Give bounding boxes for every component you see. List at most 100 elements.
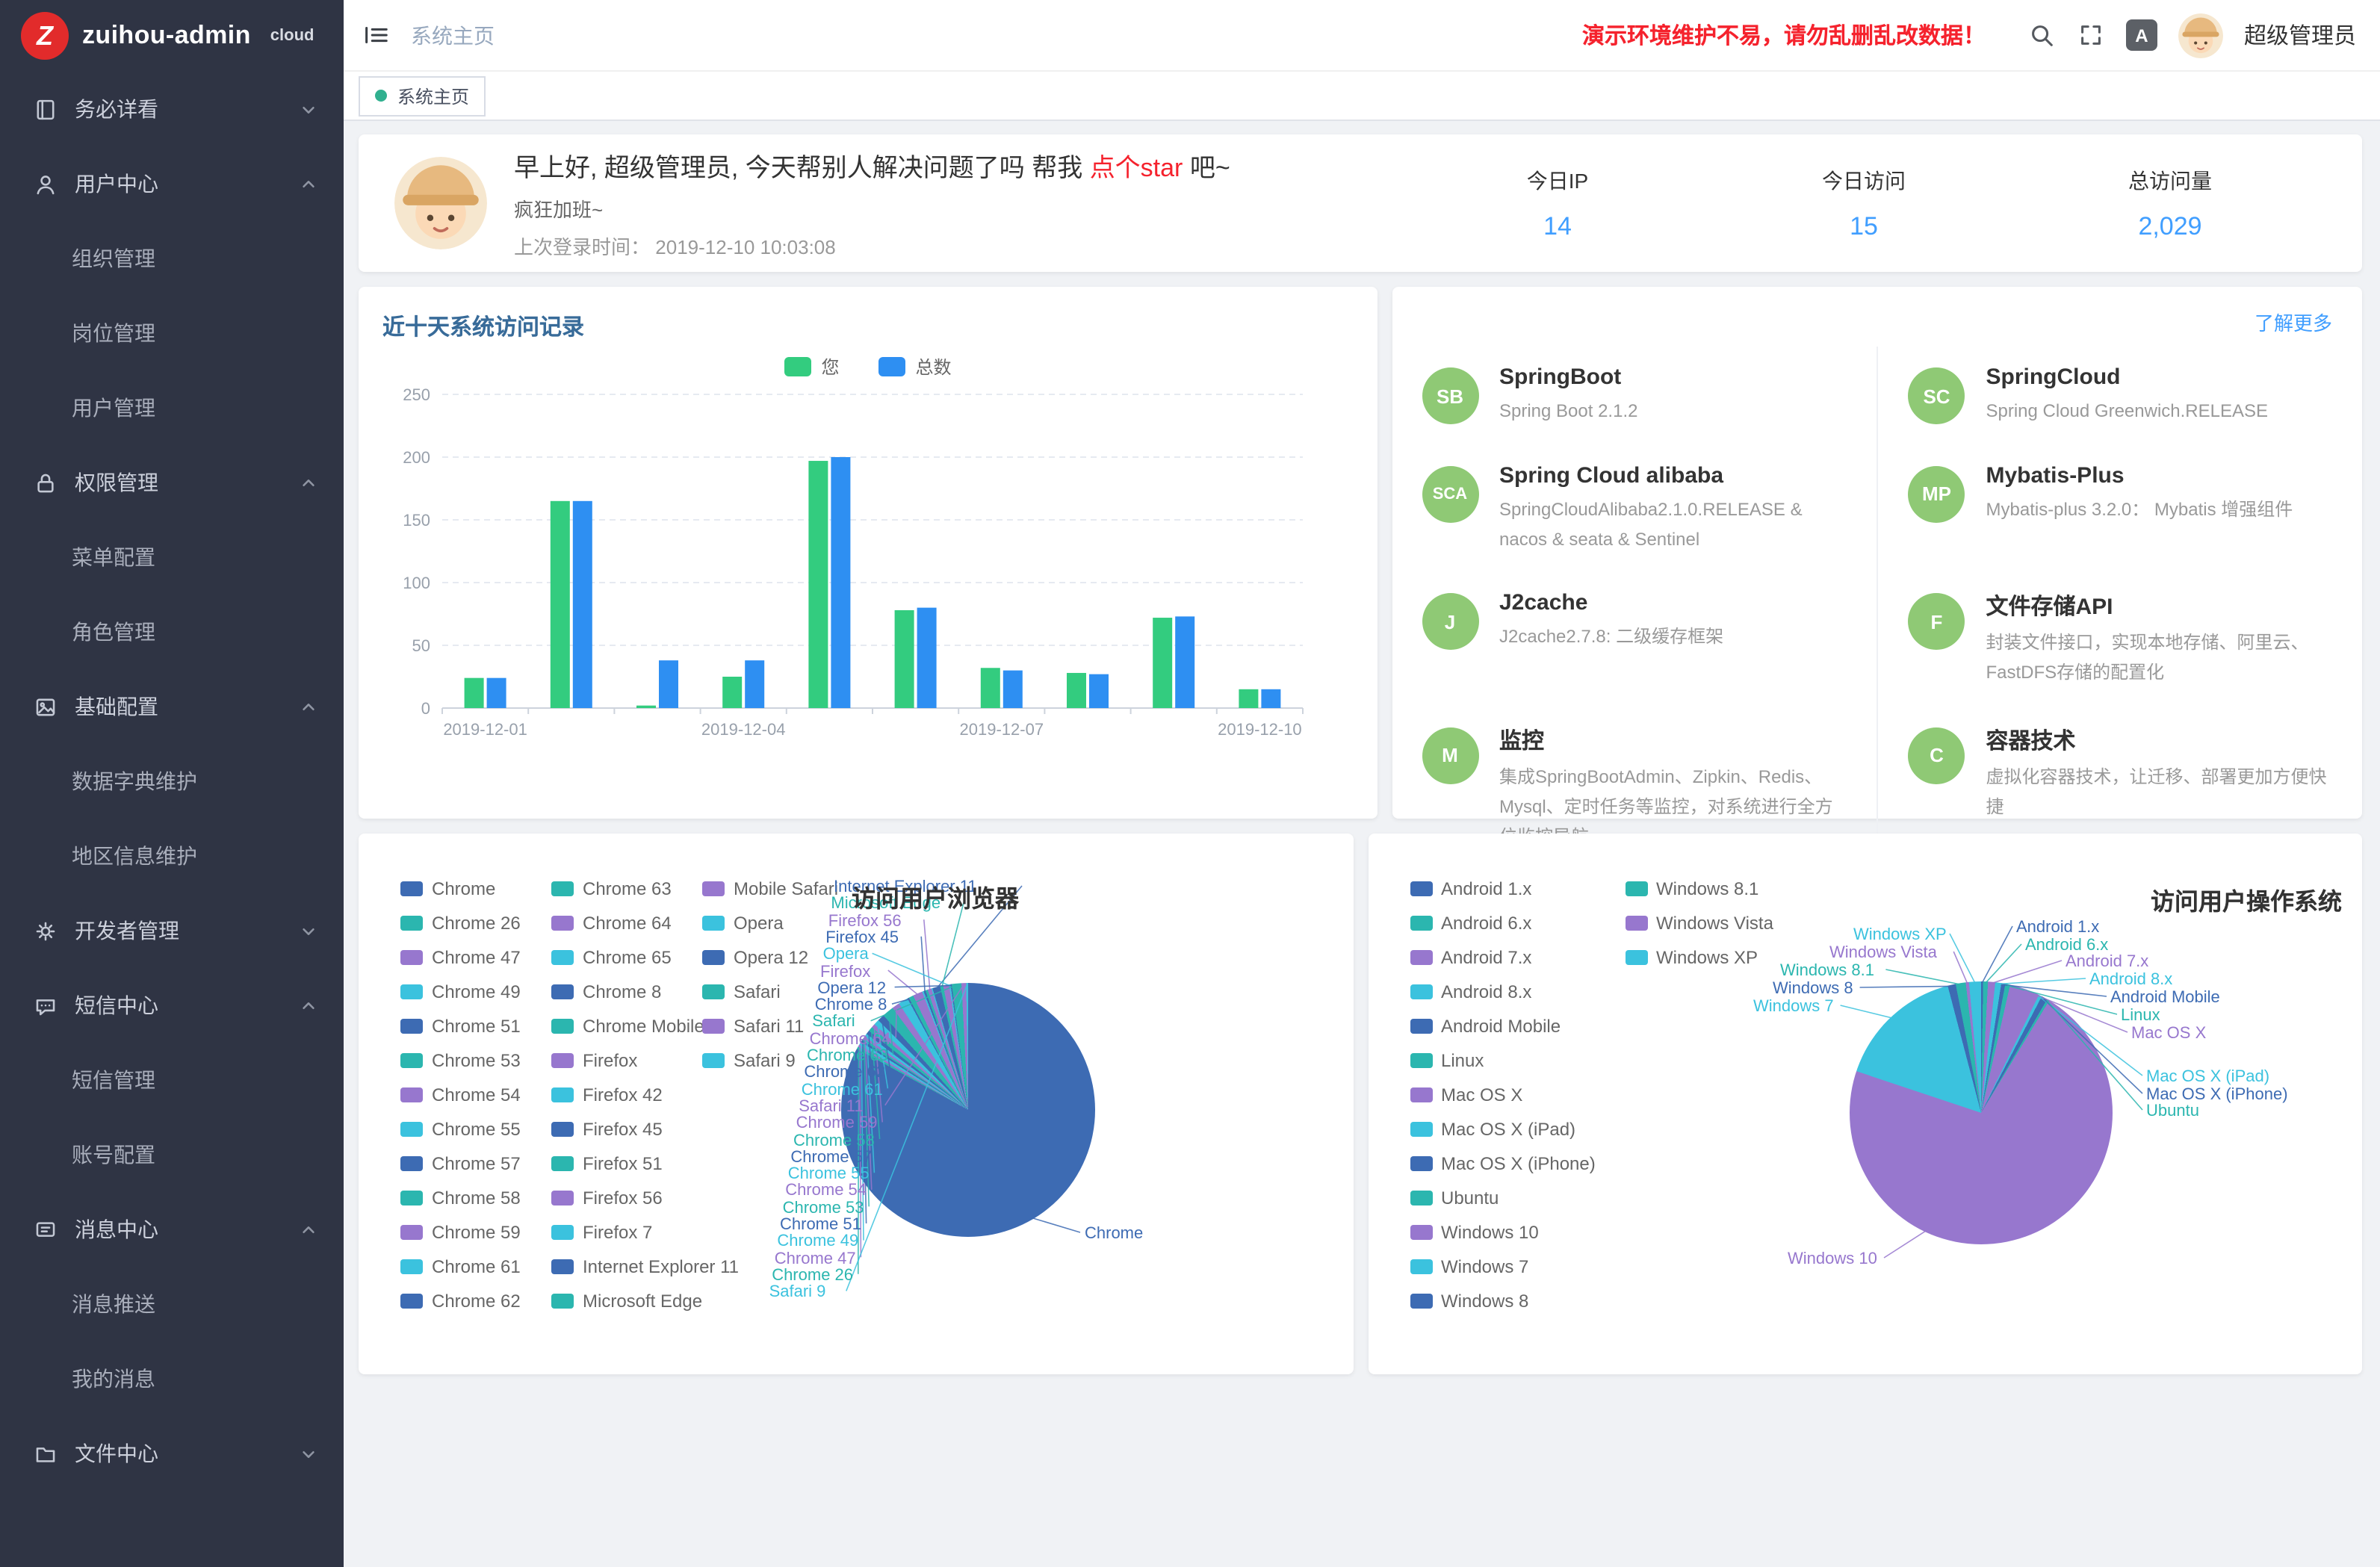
legend-item[interactable]: Chrome 65 (551, 947, 702, 968)
legend-item[interactable]: Chrome 47 (400, 947, 551, 968)
legend-swatch (551, 1225, 574, 1240)
star-link[interactable]: 点个star (1090, 154, 1183, 182)
sidebar-item[interactable]: 权限管理 (0, 445, 344, 520)
collapse-sidebar-icon[interactable] (362, 21, 390, 49)
legend-item[interactable]: Android 7.x (1410, 947, 1625, 968)
legend-item[interactable]: Chrome 59 (400, 1222, 551, 1243)
legend-item[interactable]: Chrome 8 (551, 981, 702, 1002)
legend-item[interactable]: Chrome (400, 878, 551, 899)
tab-home[interactable]: 系统主页 (359, 75, 486, 116)
legend-item[interactable]: Mac OS X (iPhone) (1410, 1153, 1625, 1174)
legend-item[interactable]: 总数 (878, 354, 952, 379)
learn-more-link[interactable]: 了解更多 (2255, 308, 2332, 336)
pie-chart (841, 983, 1095, 1237)
legend-item[interactable]: Firefox 56 (551, 1188, 702, 1208)
legend-item[interactable]: Windows 8 (1410, 1291, 1625, 1312)
sidebar-subitem[interactable]: 短信管理 (0, 1043, 344, 1117)
bar (808, 461, 828, 708)
svg-text:0: 0 (421, 699, 430, 718)
sidebar-subitem-label: 短信管理 (72, 1065, 155, 1095)
pie-slice-label: Chrome 26 (772, 1267, 853, 1285)
sidebar-subitem[interactable]: 岗位管理 (0, 296, 344, 370)
sidebar-subitem[interactable]: 消息推送 (0, 1267, 344, 1341)
sidebar-item[interactable]: 用户中心 (0, 146, 344, 221)
chart-title: 近十天系统访问记录 (382, 311, 1353, 342)
legend-label: Android 1.x (1441, 878, 1531, 899)
framework-badge: M (1422, 727, 1478, 784)
legend-swatch (551, 1156, 574, 1171)
legend-swatch (1410, 1122, 1432, 1137)
legend-label: Chrome 62 (432, 1291, 521, 1312)
current-user-name[interactable]: 超级管理员 (2244, 19, 2356, 51)
legend-item[interactable]: Chrome 53 (400, 1050, 551, 1071)
legend-item[interactable]: Windows 8.1 (1625, 878, 1840, 899)
legend-item[interactable]: Chrome 26 (400, 913, 551, 934)
legend-item[interactable]: 您 (784, 354, 839, 379)
sidebar-subitem[interactable]: 角色管理 (0, 595, 344, 669)
sidebar-subitem[interactable]: 账号配置 (0, 1117, 344, 1192)
legend-swatch (400, 1053, 423, 1068)
legend-item[interactable]: Firefox 51 (551, 1153, 702, 1174)
legend-label: Ubuntu (1441, 1188, 1499, 1208)
legend-item[interactable]: Windows 10 (1410, 1222, 1625, 1243)
legend-item[interactable]: Chrome 63 (551, 878, 702, 899)
legend-item[interactable]: Android 1.x (1410, 878, 1625, 899)
stat-total-visits: 总访问量 2,029 (2017, 165, 2323, 241)
avatar[interactable] (2178, 13, 2223, 58)
legend-item[interactable]: Mac OS X (iPad) (1410, 1119, 1625, 1140)
sidebar-item[interactable]: 务必详看 (0, 72, 344, 146)
search-icon[interactable] (2027, 21, 2056, 49)
sidebar-item[interactable]: 基础配置 (0, 669, 344, 744)
legend-item[interactable]: Android 8.x (1410, 981, 1625, 1002)
legend-item[interactable]: Microsoft Edge (551, 1291, 702, 1312)
legend-item[interactable]: Firefox 42 (551, 1085, 702, 1105)
legend-item[interactable]: Chrome 64 (551, 913, 702, 934)
legend-item[interactable]: Chrome 61 (400, 1256, 551, 1277)
legend-label: Firefox 45 (583, 1119, 663, 1140)
sidebar-subitem[interactable]: 用户管理 (0, 370, 344, 445)
breadcrumb[interactable]: 系统主页 (411, 20, 495, 50)
sidebar-item[interactable]: 消息中心 (0, 1192, 344, 1267)
sidebar-item[interactable]: 开发者管理 (0, 893, 344, 968)
legend-item[interactable]: Chrome 62 (400, 1291, 551, 1312)
legend-item[interactable]: Windows 7 (1410, 1256, 1625, 1277)
legend-item[interactable]: Chrome 49 (400, 981, 551, 1002)
svg-text:150: 150 (403, 511, 430, 530)
fullscreen-icon[interactable] (2077, 21, 2105, 49)
legend-item[interactable]: Chrome 54 (400, 1085, 551, 1105)
legend-item[interactable]: Chrome 55 (400, 1119, 551, 1140)
legend-item[interactable]: Linux (1410, 1050, 1625, 1071)
legend-label: Windows XP (1656, 947, 1758, 968)
chevron-up-icon (300, 997, 317, 1014)
legend-item[interactable]: Internet Explorer 11 (551, 1256, 702, 1277)
sidebar-subitem[interactable]: 菜单配置 (0, 520, 344, 595)
sidebar-subitem[interactable]: 地区信息维护 (0, 819, 344, 893)
logo[interactable]: Z zuihou-admin cloud (0, 0, 344, 72)
legend-item[interactable]: Firefox 45 (551, 1119, 702, 1140)
legend-item[interactable]: Chrome 57 (400, 1153, 551, 1174)
legend-item[interactable]: Windows Vista (1625, 913, 1840, 934)
legend-item[interactable]: Firefox (551, 1050, 702, 1071)
sidebar-item[interactable]: 文件中心 (0, 1416, 344, 1491)
legend-item[interactable]: Chrome 58 (400, 1188, 551, 1208)
bar (636, 706, 656, 708)
legend-item[interactable]: Chrome Mobile (551, 1016, 702, 1037)
legend-item[interactable]: Android 6.x (1410, 913, 1625, 934)
sidebar-subitem[interactable]: 组织管理 (0, 221, 344, 296)
font-size-icon[interactable]: A (2126, 19, 2157, 51)
legend-item[interactable]: Firefox 7 (551, 1222, 702, 1243)
sidebar-subitem[interactable]: 我的消息 (0, 1341, 344, 1416)
bar (745, 660, 764, 708)
legend-swatch (551, 984, 574, 999)
framework-item: SBSpringBootSpring Boot 2.1.2 (1392, 347, 1877, 445)
sidebar-item[interactable]: 短信中心 (0, 968, 344, 1043)
legend-item[interactable]: Android Mobile (1410, 1016, 1625, 1037)
legend-item[interactable]: Mac OS X (1410, 1085, 1625, 1105)
legend-swatch (702, 1053, 725, 1068)
greeting-message-prefix: 早上好, 超级管理员, 今天帮别人解决问题了吗 帮我 (514, 154, 1090, 182)
legend-item[interactable]: Chrome 51 (400, 1016, 551, 1037)
chevron-down-icon (300, 922, 317, 939)
legend-item[interactable]: Ubuntu (1410, 1188, 1625, 1208)
framework-desc: Spring Boot 2.1.2 (1499, 397, 1637, 427)
sidebar-subitem[interactable]: 数据字典维护 (0, 744, 344, 819)
